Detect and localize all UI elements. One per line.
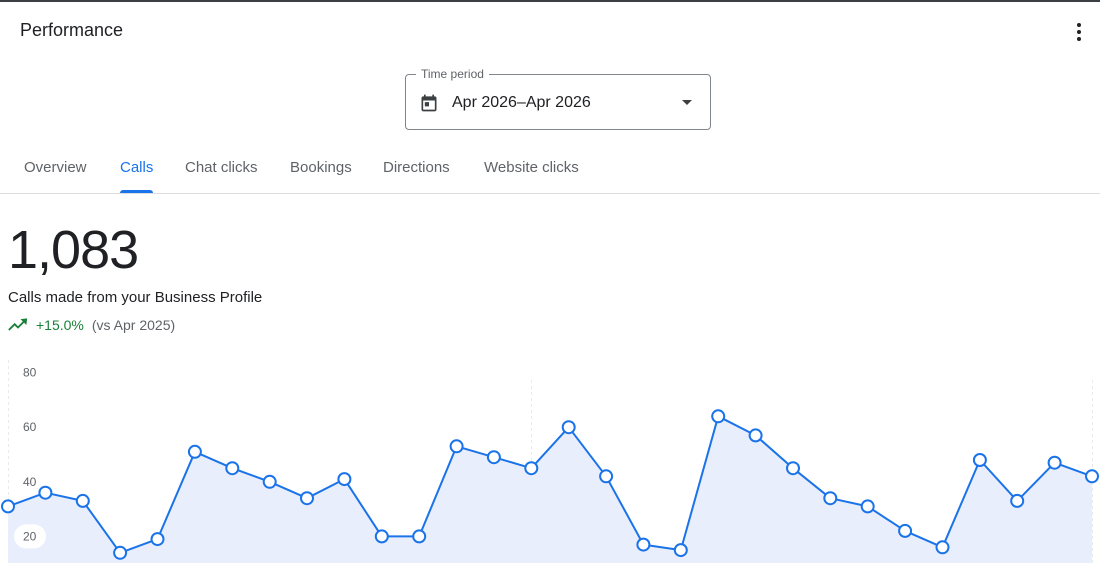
data-point[interactable]	[412, 529, 427, 544]
time-period-value: Apr 2026–Apr 2026	[452, 94, 591, 111]
data-point[interactable]	[75, 493, 90, 508]
dropdown-caret-icon	[682, 100, 692, 105]
data-point[interactable]	[262, 474, 277, 489]
metric-value: 1,083	[8, 220, 139, 280]
y-tick-label: 60	[23, 420, 37, 434]
data-point[interactable]	[636, 537, 651, 552]
data-point[interactable]	[823, 491, 838, 506]
data-point[interactable]	[711, 409, 726, 424]
data-point[interactable]	[935, 540, 950, 555]
tab-calls[interactable]: Calls	[120, 146, 154, 193]
trend-row: +15.0% (vs Apr 2025)	[8, 315, 175, 335]
tab-overview[interactable]: Overview	[24, 146, 87, 193]
data-point[interactable]	[187, 444, 202, 459]
data-point[interactable]	[599, 469, 614, 484]
y-tick-label: 80	[23, 366, 37, 380]
data-point[interactable]	[1085, 469, 1099, 484]
data-point[interactable]	[486, 450, 501, 465]
data-point[interactable]	[1, 499, 15, 514]
data-point[interactable]	[449, 439, 464, 454]
data-point[interactable]	[898, 523, 913, 538]
data-point[interactable]	[38, 485, 53, 500]
calendar-icon	[421, 94, 437, 112]
time-period-dropdown[interactable]: Time period Apr 2026–Apr 2026	[405, 67, 711, 130]
data-point[interactable]	[524, 461, 539, 476]
y-tick-label: 40	[23, 475, 37, 489]
trend-percentage: +15.0%	[36, 317, 84, 333]
data-point[interactable]	[113, 545, 128, 560]
trending-up-icon	[8, 318, 28, 331]
tab-chat-clicks[interactable]: Chat clicks	[185, 146, 258, 193]
data-point[interactable]	[150, 532, 165, 547]
tab-directions[interactable]: Directions	[383, 146, 450, 193]
more-vert-icon[interactable]	[1066, 18, 1092, 46]
tab-bookings[interactable]: Bookings	[290, 146, 352, 193]
data-point[interactable]	[374, 529, 389, 544]
calls-chart: 80 60 40 20	[1, 360, 1099, 563]
data-point[interactable]	[860, 499, 875, 514]
data-point[interactable]	[561, 420, 576, 435]
page-title: Performance	[20, 20, 124, 40]
tab-website-clicks[interactable]: Website clicks	[484, 146, 579, 193]
y-tick-label: 20	[23, 529, 37, 543]
data-point[interactable]	[1047, 455, 1062, 470]
data-point[interactable]	[786, 461, 800, 476]
data-point[interactable]	[225, 461, 240, 476]
data-point[interactable]	[748, 428, 763, 443]
metric-description: Calls made from your Business Profile	[8, 289, 263, 306]
data-point[interactable]	[972, 453, 987, 467]
metric-tabs: Overview Calls Chat clicks Bookings Dire…	[0, 146, 1100, 194]
data-point[interactable]	[337, 472, 352, 487]
data-point[interactable]	[1010, 493, 1025, 508]
trend-comparison: (vs Apr 2025)	[91, 317, 176, 333]
time-period-label: Time period	[416, 67, 489, 81]
page-header: Performance	[0, 2, 1100, 58]
data-point[interactable]	[300, 491, 314, 506]
data-point[interactable]	[673, 543, 688, 558]
